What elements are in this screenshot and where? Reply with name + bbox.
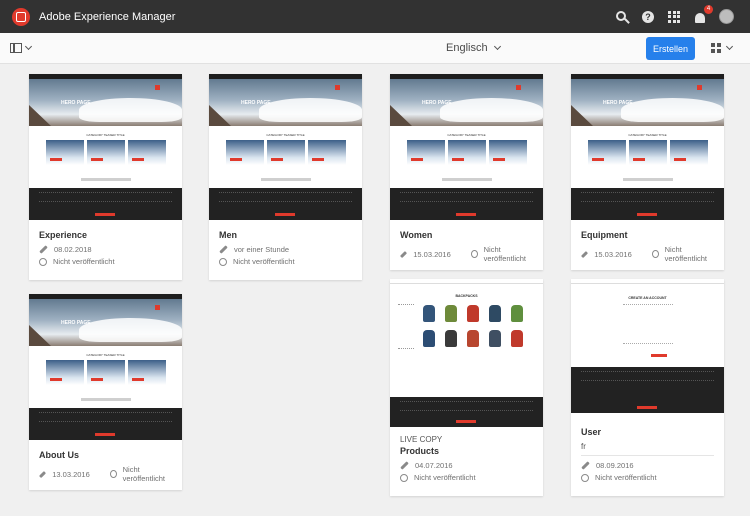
publish-status: Nicht veröffentlicht [595,473,657,482]
page-thumbnail[interactable]: HERO PAGE CATEGORY TEASER TITLE [29,74,182,220]
card-title: Equipment [581,230,628,240]
card-title: User [581,427,602,437]
rail-icon [10,43,22,53]
page-thumbnail[interactable]: HERO PAGE CATEGORY TEASER TITLE [571,74,724,220]
card-title: About Us [39,450,79,460]
global-header: Adobe Experience Manager ? 4 [0,0,750,33]
page-thumbnail[interactable]: BACKPACKS [390,279,543,427]
globe-icon [109,470,117,478]
globe-icon [400,473,408,482]
page-card-women[interactable]: HERO PAGE CATEGORY TEASER TITLE Women 15… [390,74,543,270]
page-card-experience[interactable]: HERO PAGE CATEGORY TEASER TITLE Experien… [29,74,182,280]
page-card-products[interactable]: BACKPACKS LIVE COPY Products 04.07.2016 … [390,279,543,496]
pencil-icon [581,461,590,470]
pencil-icon [580,250,589,258]
action-bar: Englisch [0,33,750,64]
page-thumbnail[interactable]: HERO PAGE CATEGORY TEASER TITLE [390,74,543,220]
pencil-icon [219,245,228,254]
page-thumbnail[interactable]: HERO PAGE CATEGORY TEASER TITLE [209,74,362,220]
aem-logo-icon[interactable] [12,7,30,26]
page-card-user[interactable]: CREATE AN ACCOUNT User fr 08.09.2016 Nic… [571,279,724,496]
page-card-about-us[interactable]: HERO PAGE CATEGORY TEASER TITLE About Us… [29,294,182,490]
pencil-icon [400,461,409,470]
globe-icon [581,473,589,482]
card-title: Men [219,230,237,240]
rail-toggle-button[interactable] [10,42,33,53]
publish-status: Nicht veröffentlicht [233,257,295,266]
view-switcher[interactable] [711,42,733,53]
modified-date: 08.02.2018 [54,245,92,254]
modified-date: 08.09.2016 [596,461,634,470]
user-avatar[interactable] [719,9,734,24]
globe-icon [651,250,659,258]
solutions-icon[interactable] [667,10,681,24]
create-button[interactable]: Erstellen [646,37,695,60]
language-selector[interactable]: Englisch [446,42,501,54]
card-title: Experience [39,230,88,240]
modified-date: 15.03.2016 [594,249,632,259]
pencil-icon [39,245,48,254]
help-icon[interactable]: ? [641,10,655,24]
globe-icon [39,257,47,266]
pencil-icon [399,250,408,258]
notification-badge: 4 [704,4,713,14]
card-title: Women [400,230,433,240]
app-title[interactable]: Adobe Experience Manager [39,11,175,23]
page-thumbnail[interactable]: CREATE AN ACCOUNT [571,279,724,413]
card-subtitle: fr [581,442,714,456]
modified-date: 04.07.2016 [415,461,453,470]
page-card-men[interactable]: HERO PAGE CATEGORY TEASER TITLE Men vor … [209,74,362,280]
chevron-down-icon [24,42,33,51]
bell-icon[interactable]: 4 [693,4,713,24]
card-view-icon [711,43,721,53]
page-thumbnail[interactable]: HERO PAGE CATEGORY TEASER TITLE [29,294,182,440]
page-card-equipment[interactable]: HERO PAGE CATEGORY TEASER TITLE Equipmen… [571,74,724,270]
publish-status: Nicht veröffentlicht [483,245,526,263]
search-icon[interactable] [615,10,629,24]
globe-icon [219,257,227,266]
card-subtitle: LIVE COPY [400,435,443,444]
modified-date: 15.03.2016 [413,249,451,259]
chevron-down-icon [493,42,501,51]
publish-status: Nicht veröffentlicht [414,473,476,482]
modified-date: 13.03.2016 [52,469,90,479]
publish-status: Nicht veröffentlicht [53,257,115,266]
modified-date: vor einer Stunde [234,245,290,254]
publish-status: Nicht veröffentlicht [664,245,707,263]
language-label: Englisch [446,42,488,54]
publish-status: Nicht veröffentlicht [122,465,165,483]
chevron-down-icon [725,42,733,50]
card-title: Products [400,446,440,456]
pencil-icon [38,470,47,478]
globe-icon [470,250,478,258]
